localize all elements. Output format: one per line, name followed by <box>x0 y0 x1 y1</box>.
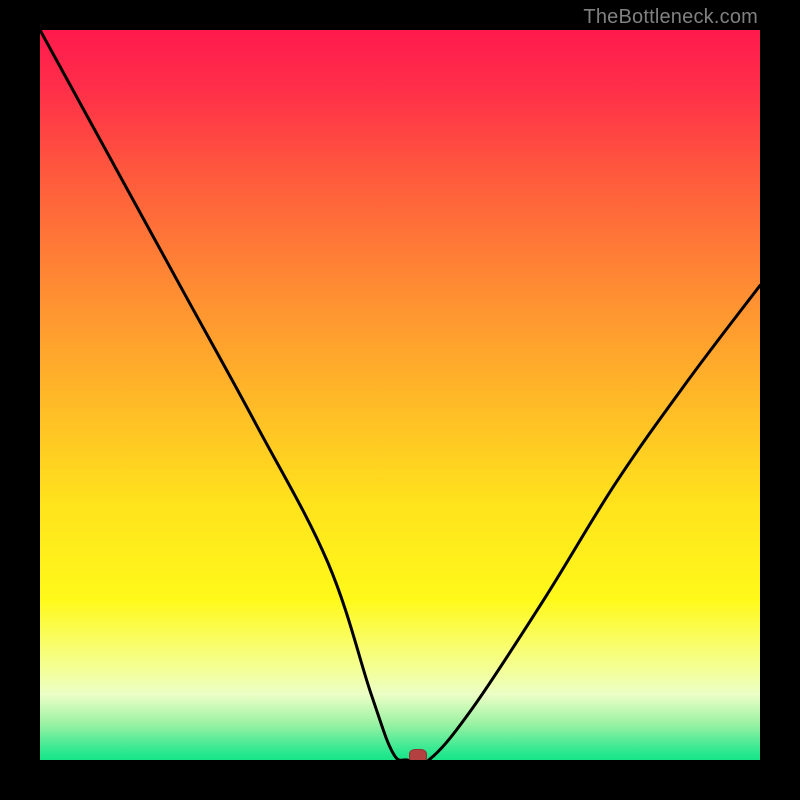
plot-area <box>40 30 760 760</box>
min-marker <box>409 749 427 760</box>
watermark-text: TheBottleneck.com <box>583 6 758 29</box>
bottleneck-curve-path <box>40 30 760 760</box>
curve-svg <box>40 30 760 760</box>
chart-frame: TheBottleneck.com <box>0 0 800 800</box>
